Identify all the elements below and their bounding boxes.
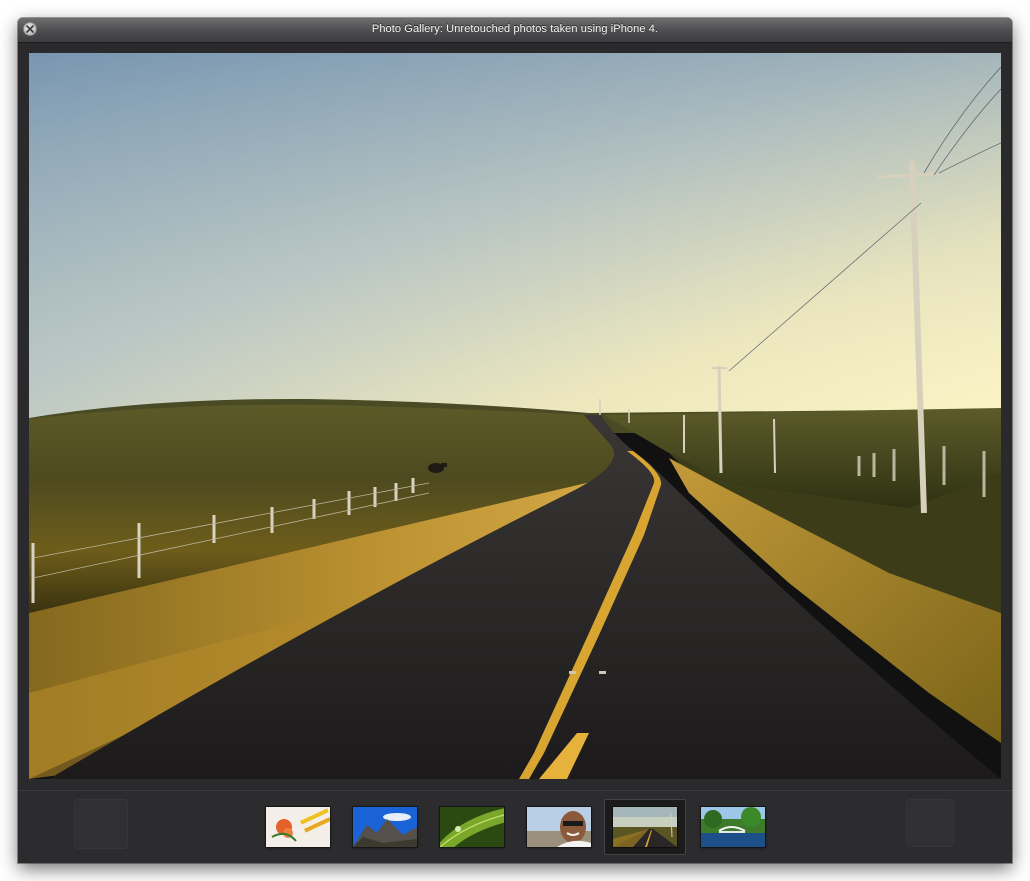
thumbnail-image — [701, 807, 765, 847]
gallery-window: Photo Gallery: Unretouched photos taken … — [18, 18, 1012, 863]
thumbnail-image — [527, 807, 591, 847]
thumbnail-garden[interactable] — [701, 807, 765, 847]
thumbnail-portrait[interactable] — [527, 807, 591, 847]
thumbnail-image — [613, 807, 677, 847]
road-photo-image — [29, 53, 1001, 779]
thumbnail-mountain[interactable] — [353, 807, 417, 847]
thumbnail-flower-pencils[interactable] — [266, 807, 330, 847]
thumbnail-leaf[interactable] — [440, 807, 504, 847]
thumbnail-image — [353, 807, 417, 847]
title-bar[interactable]: Photo Gallery: Unretouched photos taken … — [18, 18, 1012, 43]
window-title: Photo Gallery: Unretouched photos taken … — [371, 23, 659, 35]
main-photo — [29, 53, 1001, 779]
ghost-next-control — [906, 799, 954, 847]
thumbnail-road-selected[interactable] — [604, 799, 686, 855]
thumbnail-image — [266, 807, 330, 847]
thumbnail-image — [440, 807, 504, 847]
thumbnail-filmstrip — [18, 790, 1012, 863]
ghost-previous-control — [74, 799, 128, 849]
